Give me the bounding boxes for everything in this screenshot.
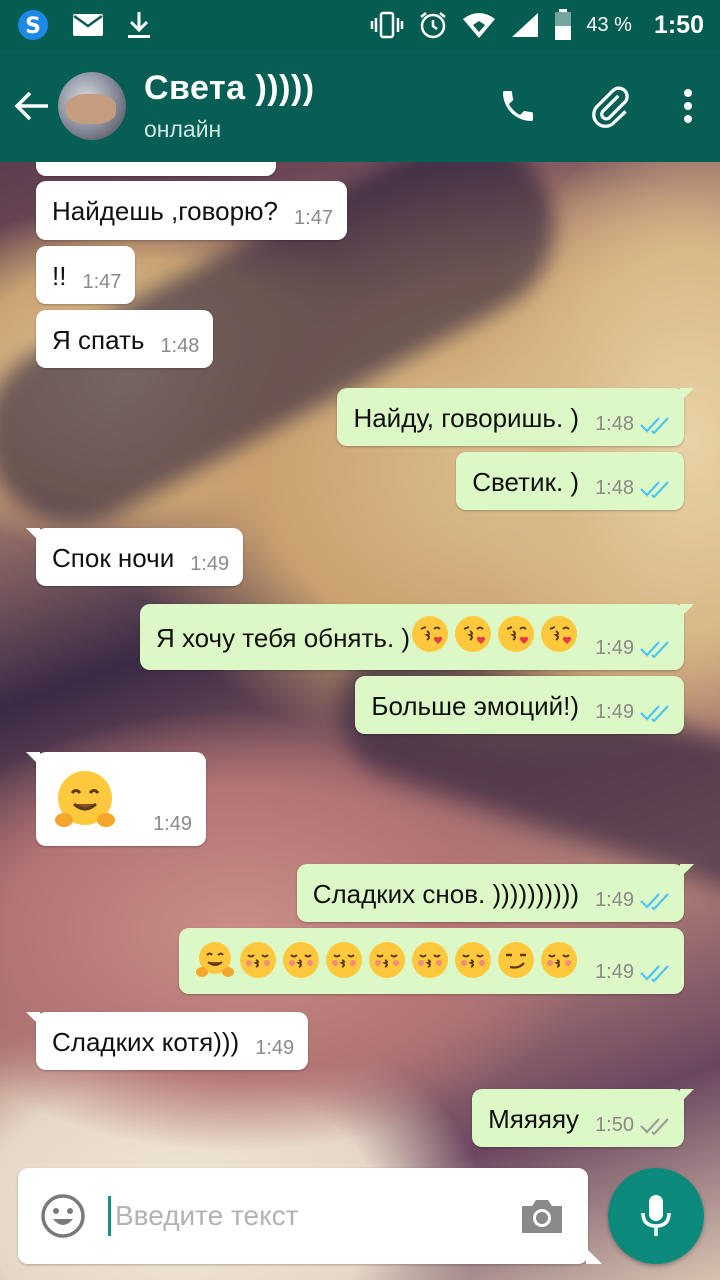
message-bubble-incoming[interactable]: Найдешь ,говорю? 1:47 [36, 181, 347, 240]
vibrate-icon [370, 11, 404, 39]
read-ticks-icon [640, 416, 669, 434]
kiss-heart-emoji-icon [541, 616, 578, 652]
clock: 1:50 [653, 10, 704, 39]
more-options-button[interactable] [656, 50, 720, 162]
alarm-icon [418, 10, 448, 40]
message-text: Спок ночи [52, 543, 175, 573]
message-time: 1:47 [294, 207, 333, 229]
kiss-closed-eyes-emoji-icon [240, 942, 277, 978]
skype-icon: S [16, 8, 50, 42]
svg-text:S: S [25, 14, 41, 39]
message-time: 1:49 [153, 813, 192, 835]
message-bubble-outgoing[interactable]: Сладких снов. )))))))))) 1:49 [296, 864, 695, 922]
message-time: 1:48 [160, 335, 200, 357]
status-bar: S 43 % 1:50 [0, 0, 720, 50]
back-button[interactable] [2, 50, 62, 162]
message-text: Мяяяяу [488, 1104, 580, 1134]
message-bubble-outgoing[interactable]: 1:49 [179, 928, 684, 994]
kiss-heart-emoji-icon [412, 616, 449, 652]
kiss-closed-eyes-emoji-icon [541, 942, 578, 978]
message-text: Найду, говоришь. ) [353, 403, 580, 433]
message-text: Больше эмоций!) [371, 691, 580, 721]
message-time: 1:49 [595, 701, 634, 723]
read-ticks-icon [640, 640, 669, 658]
message-bubble-incoming[interactable]: Я спать 1:48 [36, 310, 214, 368]
battery-percent: 43 % [586, 13, 632, 36]
contact-status: онлайн [144, 116, 222, 142]
signal-icon [510, 11, 540, 39]
kiss-closed-eyes-emoji-icon [369, 942, 406, 978]
kiss-closed-eyes-emoji-icon [412, 942, 449, 978]
avatar[interactable] [58, 72, 126, 140]
download-icon [126, 10, 152, 40]
message-text: Найдешь ,говорю? [52, 196, 279, 226]
message-list[interactable]: Найдешь ,говорю? 1:47 !! 1:47 Я спать 1:… [0, 162, 720, 1162]
message-text: Светик. ) [472, 467, 580, 497]
phone-icon [503, 91, 533, 121]
smiley-icon [41, 1194, 85, 1238]
kiss-heart-emoji-icon [498, 616, 535, 652]
message-bubble-incoming[interactable]: Сладких котя))) 1:49 [25, 1012, 309, 1070]
battery-icon [554, 9, 572, 41]
camera-icon [522, 1200, 562, 1233]
message-bubble-outgoing[interactable]: Светик. ) 1:48 [456, 452, 684, 510]
kiss-closed-eyes-emoji-icon [326, 942, 363, 978]
kiss-closed-eyes-emoji-icon [455, 942, 492, 978]
read-ticks-icon [640, 704, 669, 722]
message-time: 1:50 [595, 1114, 634, 1136]
message-time: 1:49 [190, 553, 230, 575]
camera-button[interactable] [502, 1168, 582, 1264]
message-time: 1:48 [595, 477, 634, 499]
message-time: 1:47 [82, 271, 122, 293]
message-composer [18, 1168, 602, 1264]
message-text: Сладких снов. )))))))))) [312, 879, 580, 909]
paperclip-icon [592, 86, 629, 128]
kiss-heart-emoji-icon [455, 616, 492, 652]
message-bubble-outgoing[interactable]: Мяяяяу 1:50 [472, 1089, 694, 1147]
message-bubble-outgoing[interactable]: Найду, говоришь. ) 1:48 [337, 388, 694, 446]
message-time: 1:48 [595, 413, 634, 435]
message-bubble-incoming[interactable]: Спок ночи 1:49 [25, 528, 244, 586]
message-time: 1:49 [595, 961, 634, 983]
more-vert-icon [684, 89, 692, 123]
message-bubble-outgoing[interactable]: Я хочу тебя обнять. ) 1:49 [139, 604, 695, 670]
read-ticks-icon [640, 964, 669, 982]
hugging-emoji-icon [196, 942, 235, 977]
arrow-back-icon [14, 91, 48, 121]
smirk-emoji-icon [498, 942, 535, 978]
voice-message-button[interactable] [608, 1168, 704, 1264]
read-ticks-icon [640, 892, 669, 910]
message-time: 1:49 [255, 1037, 295, 1059]
message-bubble-outgoing[interactable]: Больше эмоций!) 1:49 [355, 676, 684, 734]
call-button[interactable] [472, 50, 564, 162]
message-input[interactable] [108, 1196, 502, 1236]
chat-header: Света ))))) онлайн [0, 50, 720, 162]
message-text: Я хочу тебя обнять. ) [155, 623, 411, 653]
hugging-emoji-icon [55, 771, 115, 827]
delivered-ticks-icon [640, 1117, 669, 1135]
message-text: !! [52, 261, 67, 291]
message-bubble-incoming[interactable]: 1:49 [26, 752, 206, 846]
emoji-button[interactable] [18, 1168, 108, 1264]
contact-info[interactable]: Света ))))) онлайн [144, 69, 315, 143]
message-time: 1:49 [595, 637, 634, 659]
kiss-closed-eyes-emoji-icon [283, 942, 320, 978]
message-time: 1:49 [595, 889, 634, 911]
message-bubble-incoming[interactable] [36, 162, 276, 176]
attach-button[interactable] [564, 50, 656, 162]
mail-icon [72, 13, 104, 37]
message-bubble-incoming[interactable]: !! 1:47 [36, 246, 136, 304]
message-text: Сладких котя))) [52, 1027, 240, 1057]
wifi-icon [462, 11, 496, 39]
read-ticks-icon [640, 480, 669, 498]
message-text: Я спать [52, 325, 145, 355]
microphone-icon [641, 1195, 671, 1236]
contact-name: Света ))))) [144, 69, 315, 107]
